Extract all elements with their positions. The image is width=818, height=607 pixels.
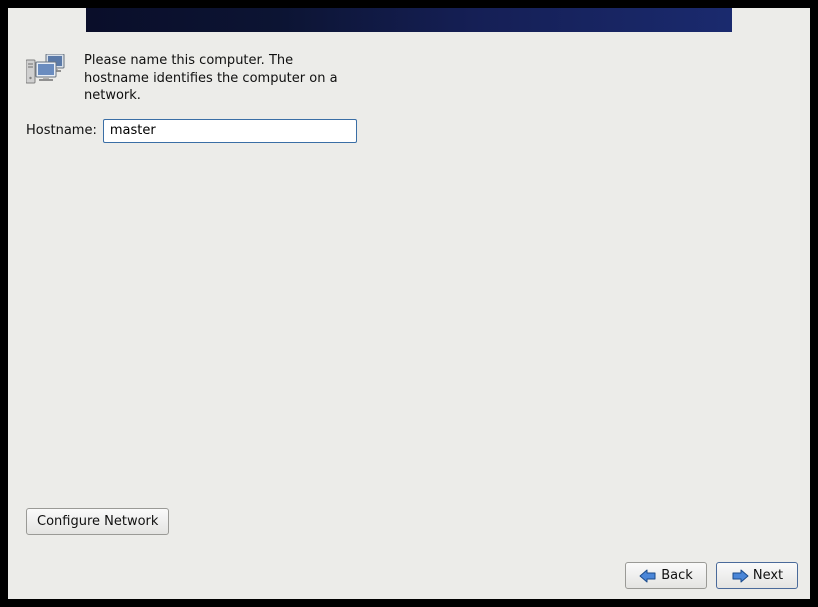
arrow-right-icon xyxy=(731,569,749,583)
intro-text: Please name this computer. The hostname … xyxy=(84,52,344,105)
hostname-row: Hostname: xyxy=(26,119,792,143)
back-button[interactable]: Back xyxy=(625,562,707,589)
arrow-left-icon xyxy=(639,569,657,583)
outer-frame: Please name this computer. The hostname … xyxy=(0,0,818,607)
hostname-label: Hostname: xyxy=(26,123,97,138)
configure-network-button[interactable]: Configure Network xyxy=(26,508,169,535)
next-label: Next xyxy=(753,568,783,583)
hostname-input[interactable] xyxy=(103,119,357,143)
next-button[interactable]: Next xyxy=(716,562,798,589)
intro-row: Please name this computer. The hostname … xyxy=(26,52,792,105)
header-banner xyxy=(86,8,732,32)
footer-bar: Back Next xyxy=(625,562,798,589)
configure-network-label: Configure Network xyxy=(37,514,158,529)
computer-network-icon xyxy=(26,54,72,88)
installer-window: Please name this computer. The hostname … xyxy=(8,8,810,599)
back-label: Back xyxy=(661,568,693,583)
